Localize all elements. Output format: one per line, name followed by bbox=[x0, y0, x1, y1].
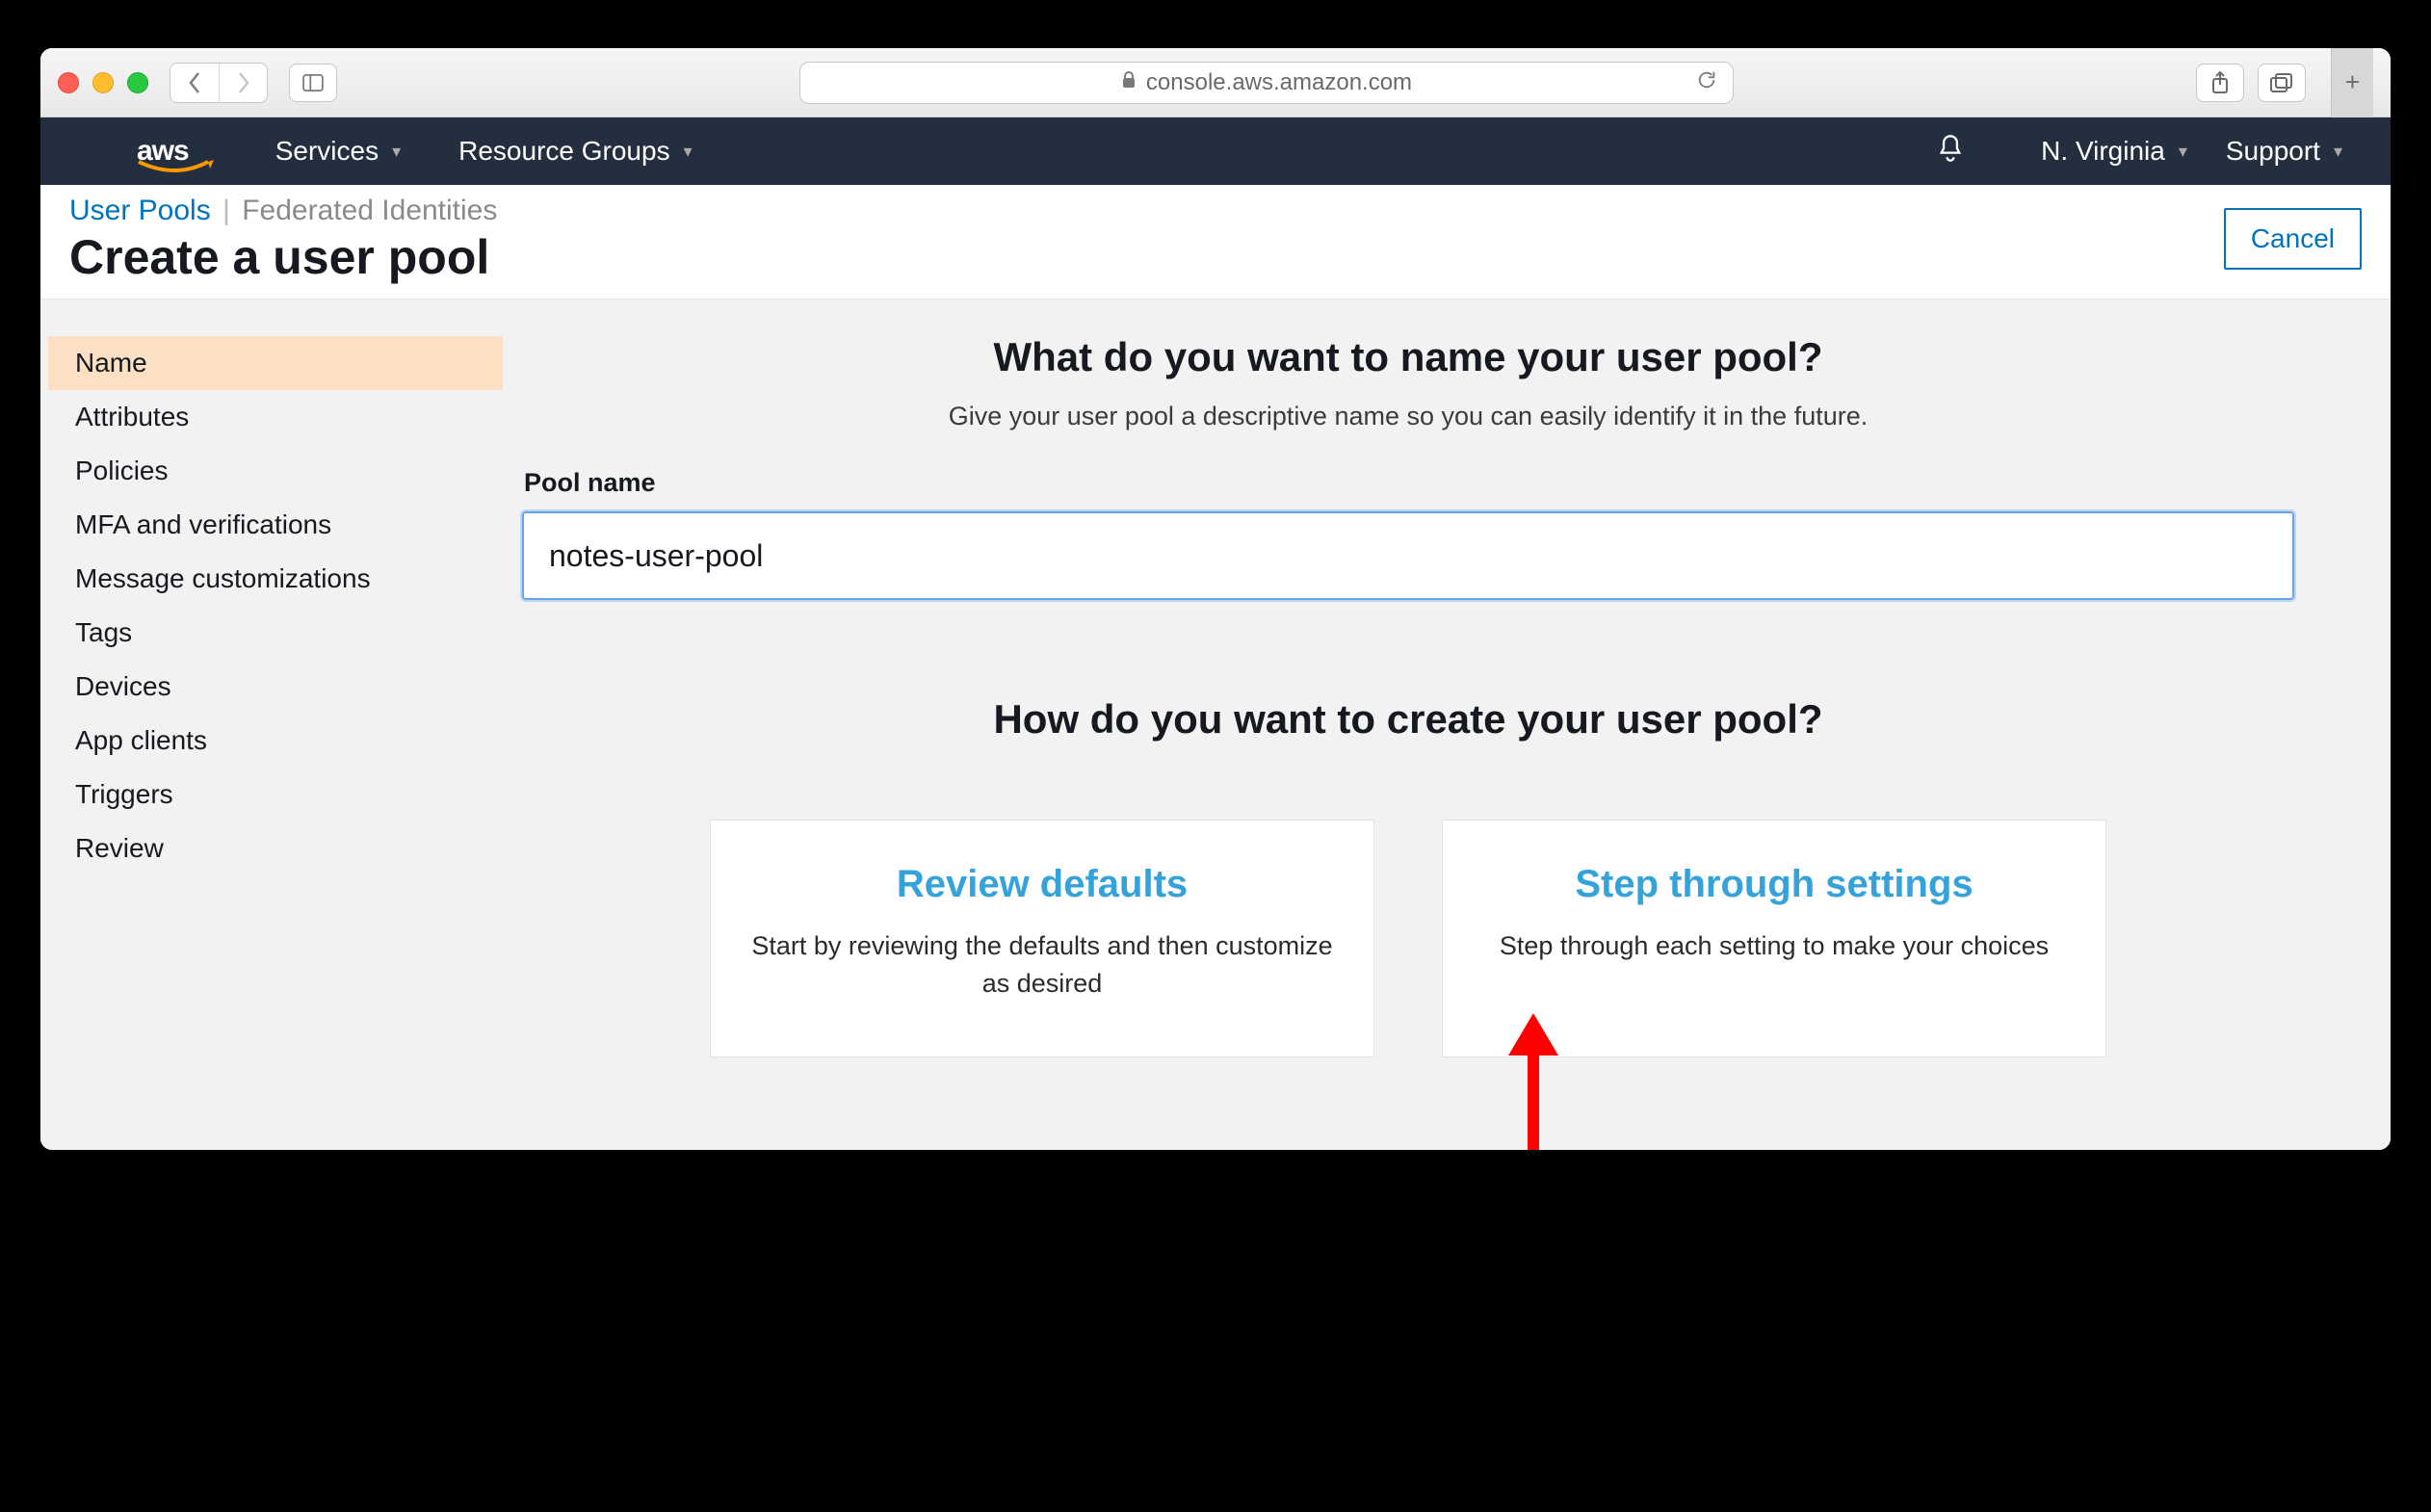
aws-smile-icon bbox=[137, 160, 214, 175]
nav-region[interactable]: N. Virginia ▾ bbox=[2041, 136, 2187, 167]
lock-icon bbox=[1121, 70, 1137, 95]
page-header: User Pools | Federated Identities Create… bbox=[40, 185, 2391, 300]
cancel-button[interactable]: Cancel bbox=[2224, 208, 2362, 270]
card-desc: Step through each setting to make your c… bbox=[1481, 927, 2067, 965]
step-review[interactable]: Review bbox=[48, 821, 503, 875]
zoom-window-icon[interactable] bbox=[127, 72, 148, 93]
step-triggers[interactable]: Triggers bbox=[48, 768, 503, 821]
aws-logo[interactable]: aws bbox=[137, 135, 189, 168]
pool-name-label: Pool name bbox=[524, 468, 2294, 498]
nav-support-label: Support bbox=[2226, 136, 2320, 167]
page-title: Create a user pool bbox=[69, 229, 2362, 285]
chevron-down-icon: ▾ bbox=[684, 142, 693, 162]
step-name[interactable]: Name bbox=[48, 336, 503, 390]
address-text: console.aws.amazon.com bbox=[1146, 69, 1412, 96]
step-message-customizations[interactable]: Message customizations bbox=[48, 552, 503, 606]
browser-titlebar: console.aws.amazon.com + bbox=[40, 48, 2391, 117]
pool-name-input[interactable] bbox=[522, 511, 2294, 600]
crumb-federated[interactable]: Federated Identities bbox=[242, 195, 497, 226]
step-mfa[interactable]: MFA and verifications bbox=[48, 498, 503, 552]
minimize-window-icon[interactable] bbox=[92, 72, 114, 93]
card-title: Review defaults bbox=[749, 863, 1335, 906]
body: Name Attributes Policies MFA and verific… bbox=[40, 300, 2391, 1150]
back-button[interactable] bbox=[170, 64, 219, 102]
step-tags[interactable]: Tags bbox=[48, 606, 503, 660]
forward-button[interactable] bbox=[219, 64, 267, 102]
breadcrumb: User Pools | Federated Identities bbox=[69, 195, 2362, 227]
notifications-icon[interactable] bbox=[1937, 134, 1964, 169]
reload-icon[interactable] bbox=[1696, 69, 1717, 96]
window-controls bbox=[58, 72, 148, 93]
arrow-stem bbox=[1528, 1046, 1539, 1150]
heading-name-question: What do you want to name your user pool? bbox=[522, 334, 2294, 380]
address-bar[interactable]: console.aws.amazon.com bbox=[799, 62, 1734, 104]
wizard-steps: Name Attributes Policies MFA and verific… bbox=[40, 319, 503, 1092]
chevron-down-icon: ▾ bbox=[2334, 142, 2342, 162]
crumb-user-pools[interactable]: User Pools bbox=[69, 195, 211, 226]
chevron-down-icon: ▾ bbox=[2179, 142, 2187, 162]
aws-top-nav: aws Services ▾ Resource Groups ▾ N. Virg… bbox=[40, 117, 2391, 185]
page-area: User Pools | Federated Identities Create… bbox=[40, 185, 2391, 1150]
card-title: Step through settings bbox=[1481, 863, 2067, 906]
nav-back-forward bbox=[170, 63, 268, 103]
step-attributes[interactable]: Attributes bbox=[48, 390, 503, 444]
nav-support[interactable]: Support ▾ bbox=[2226, 136, 2342, 167]
nav-region-label: N. Virginia bbox=[2041, 136, 2165, 167]
tabs-icon[interactable] bbox=[2258, 64, 2306, 102]
sidebar-toggle-icon[interactable] bbox=[289, 64, 337, 102]
toolbar-right bbox=[2196, 64, 2306, 102]
step-app-clients[interactable]: App clients bbox=[48, 714, 503, 768]
nav-resource-groups-label: Resource Groups bbox=[458, 136, 669, 167]
new-tab-button[interactable]: + bbox=[2331, 48, 2373, 117]
create-mode-cards: Review defaults Start by reviewing the d… bbox=[522, 820, 2294, 1057]
close-window-icon[interactable] bbox=[58, 72, 79, 93]
main-content: What do you want to name your user pool?… bbox=[503, 319, 2391, 1092]
share-icon[interactable] bbox=[2196, 64, 2244, 102]
nav-resource-groups[interactable]: Resource Groups ▾ bbox=[458, 136, 692, 167]
card-desc: Start by reviewing the defaults and then… bbox=[749, 927, 1335, 1003]
card-review-defaults[interactable]: Review defaults Start by reviewing the d… bbox=[710, 820, 1374, 1057]
step-devices[interactable]: Devices bbox=[48, 660, 503, 714]
chevron-down-icon: ▾ bbox=[392, 142, 401, 162]
nav-services[interactable]: Services ▾ bbox=[275, 136, 401, 167]
heading-name-subtext: Give your user pool a descriptive name s… bbox=[522, 402, 2294, 431]
crumb-separator: | bbox=[222, 195, 230, 226]
browser-window: console.aws.amazon.com + aws Services ▾ … bbox=[40, 48, 2391, 1150]
step-policies[interactable]: Policies bbox=[48, 444, 503, 498]
nav-services-label: Services bbox=[275, 136, 379, 167]
heading-create-mode-question: How do you want to create your user pool… bbox=[522, 696, 2294, 743]
